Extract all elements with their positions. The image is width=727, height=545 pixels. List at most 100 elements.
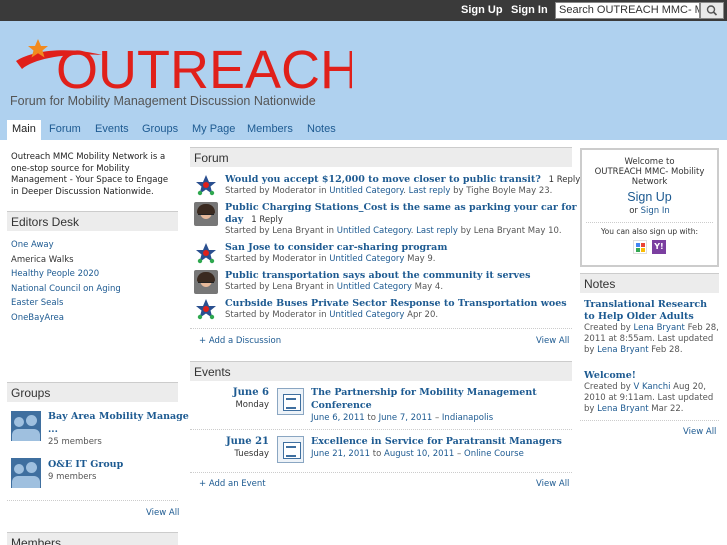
tab-forum[interactable]: Forum xyxy=(44,120,86,140)
note-updater-link[interactable]: Lena Bryant xyxy=(597,404,648,414)
divider xyxy=(190,429,572,430)
moderator-avatar-icon[interactable] xyxy=(194,174,218,198)
editors-link-onebayarea[interactable]: OneBayArea xyxy=(11,313,64,323)
event-title-link[interactable]: The Partnership for Mobility Management xyxy=(311,387,537,398)
group-member-count: 9 members xyxy=(48,472,97,482)
moderator-avatar-icon[interactable] xyxy=(194,242,218,266)
forum-item: Public transportation says about the com… xyxy=(225,270,573,281)
event-day: June 6 xyxy=(232,387,269,398)
forum-item: San Jose to consider car-sharing program xyxy=(225,242,573,253)
google-icon[interactable] xyxy=(633,240,648,254)
tab-main[interactable]: Main xyxy=(7,120,41,140)
divider xyxy=(190,472,572,473)
note-author-link[interactable]: Lena Bryant xyxy=(633,323,684,333)
event-calendar-icon[interactable] xyxy=(277,388,304,415)
tab-groups[interactable]: Groups xyxy=(137,120,183,140)
signup-link[interactable]: Sign Up xyxy=(461,4,503,16)
add-discussion-link[interactable]: + Add a Discussion xyxy=(199,336,281,346)
editors-link-easter-seals[interactable]: Easter Seals xyxy=(11,298,63,308)
event-location-link[interactable]: Online Course xyxy=(464,449,524,459)
group-avatar-icon[interactable] xyxy=(11,411,41,441)
tab-notes[interactable]: Notes xyxy=(302,120,341,140)
welcome-signin-link[interactable]: Sign In xyxy=(641,206,670,216)
signin-link[interactable]: Sign In xyxy=(511,4,548,16)
forum-item-meta: Started by Lena Bryant in Untitled Categ… xyxy=(225,226,562,236)
last-reply-link[interactable]: Last reply xyxy=(416,226,458,236)
members-header: Members xyxy=(7,532,178,545)
user-avatar[interactable] xyxy=(194,270,218,294)
editors-link-one-away[interactable]: One Away xyxy=(11,240,54,250)
also-signup-text: You can also sign up with: xyxy=(586,222,713,236)
event-title-link[interactable]: Conference xyxy=(311,400,372,411)
discussion-title-link[interactable]: San Jose to consider car-sharing program xyxy=(225,242,447,253)
events-header: Events xyxy=(190,361,572,381)
tab-events[interactable]: Events xyxy=(90,120,134,140)
site-logo[interactable]: OUTREACH xyxy=(12,35,352,95)
event-end-link[interactable]: August 10, 2011 xyxy=(384,449,454,459)
event-sep: – xyxy=(457,449,462,459)
note-author-link[interactable]: V Kanchi xyxy=(633,382,670,392)
event-to-text: to xyxy=(372,449,382,459)
forum-view-all-link[interactable]: View All xyxy=(536,336,569,346)
welcome-line: Welcome to xyxy=(624,157,675,167)
group-name-ellipsis: ... xyxy=(48,424,58,435)
event-end-link[interactable]: June 7, 2011 xyxy=(379,413,433,423)
site-header: OUTREACH Forum for Mobility Management D… xyxy=(0,21,727,140)
started-by-text: Started by Moderator in xyxy=(225,186,327,196)
category-link[interactable]: Untitled Category xyxy=(329,310,404,320)
tab-members[interactable]: Members xyxy=(242,120,298,140)
editors-link-ncoa[interactable]: National Council on Aging xyxy=(11,284,121,294)
group-avatar-icon[interactable] xyxy=(11,458,41,488)
group-name[interactable]: O&E IT Group xyxy=(48,459,123,470)
category-link[interactable]: Untitled Category xyxy=(337,226,411,236)
note-date-text: Mar 22. xyxy=(651,404,684,414)
search-button[interactable] xyxy=(700,2,724,19)
editors-link-america-walks[interactable]: America Walks xyxy=(11,255,74,265)
discussion-title-link[interactable]: Public transportation says about the com… xyxy=(225,270,530,281)
note-date-text: Feb 28. xyxy=(651,345,683,355)
last-reply-text: by Tighe Boyle May 23. xyxy=(453,186,553,196)
started-by-text: Started by Lena Bryant in xyxy=(225,226,335,236)
tab-my-page[interactable]: My Page xyxy=(187,120,240,140)
last-reply-link[interactable]: Last reply xyxy=(409,186,451,196)
editors-desk-header: Editors Desk xyxy=(7,211,178,231)
note-meta: Created by V Kanchi Aug 20, 2010 at 9:11… xyxy=(584,382,719,415)
category-link[interactable]: Untitled Category xyxy=(329,254,404,264)
notes-view-all-link[interactable]: View All xyxy=(683,427,716,437)
forum-item-meta: Started by Moderator in Untitled Categor… xyxy=(225,186,553,196)
started-by-text: Started by Moderator in xyxy=(225,254,327,264)
category-link[interactable]: Untitled Category xyxy=(337,282,412,292)
event-title-link[interactable]: Excellence in Service for Paratransit Ma… xyxy=(311,436,562,447)
note-meta: Created by Lena Bryant Feb 28, 2011 at 8… xyxy=(584,323,719,356)
event-calendar-icon[interactable] xyxy=(277,436,304,463)
user-avatar[interactable] xyxy=(194,202,218,226)
note-updater-link[interactable]: Lena Bryant xyxy=(597,345,648,355)
editors-link-healthy-people[interactable]: Healthy People 2020 xyxy=(11,269,99,279)
event-start-link[interactable]: June 21, 2011 xyxy=(311,449,370,459)
forum-item-meta: Started by Lena Bryant in Untitled Categ… xyxy=(225,282,573,292)
discussion-title-link[interactable]: Curbside Buses Private Sector Response t… xyxy=(225,298,567,309)
reply-count[interactable]: 1 Reply xyxy=(251,215,283,225)
event-start-link[interactable]: June 6, 2011 xyxy=(311,413,365,423)
event-item-meta: June 21, 2011 to August 10, 2011 – Onlin… xyxy=(311,449,659,459)
group-name[interactable]: Bay Area Mobility Manage xyxy=(48,411,189,422)
note-title-link[interactable]: Welcome! xyxy=(584,370,719,382)
search-input[interactable]: Search OUTREACH MMC- Mobi xyxy=(555,2,700,19)
moderator-avatar-icon[interactable] xyxy=(194,298,218,322)
events-view-all-link[interactable]: View All xyxy=(536,479,569,489)
groups-view-all-link[interactable]: View All xyxy=(146,508,179,518)
site-tagline: Forum for Mobility Management Discussion… xyxy=(10,94,316,108)
divider xyxy=(580,420,719,421)
discussion-title-link[interactable]: Would you accept $12,000 to move closer … xyxy=(225,174,541,185)
category-link[interactable]: Untitled Category xyxy=(329,186,403,196)
welcome-signup-link[interactable]: Sign Up xyxy=(582,190,717,204)
event-location-link[interactable]: Indianapolis xyxy=(442,413,493,423)
forum-item-meta: Started by Moderator in Untitled Categor… xyxy=(225,310,573,320)
reply-count[interactable]: 1 Reply xyxy=(549,175,581,185)
event-to-text: to xyxy=(367,413,376,423)
discussion-title-link[interactable]: day xyxy=(225,214,243,225)
yahoo-icon[interactable]: Y! xyxy=(651,240,666,254)
note-title-link[interactable]: Translational Research to Help Older Adu… xyxy=(584,299,719,323)
discussion-title-link[interactable]: Public Charging Stations_Cost is the sam… xyxy=(225,202,597,213)
add-event-link[interactable]: + Add an Event xyxy=(199,479,266,489)
